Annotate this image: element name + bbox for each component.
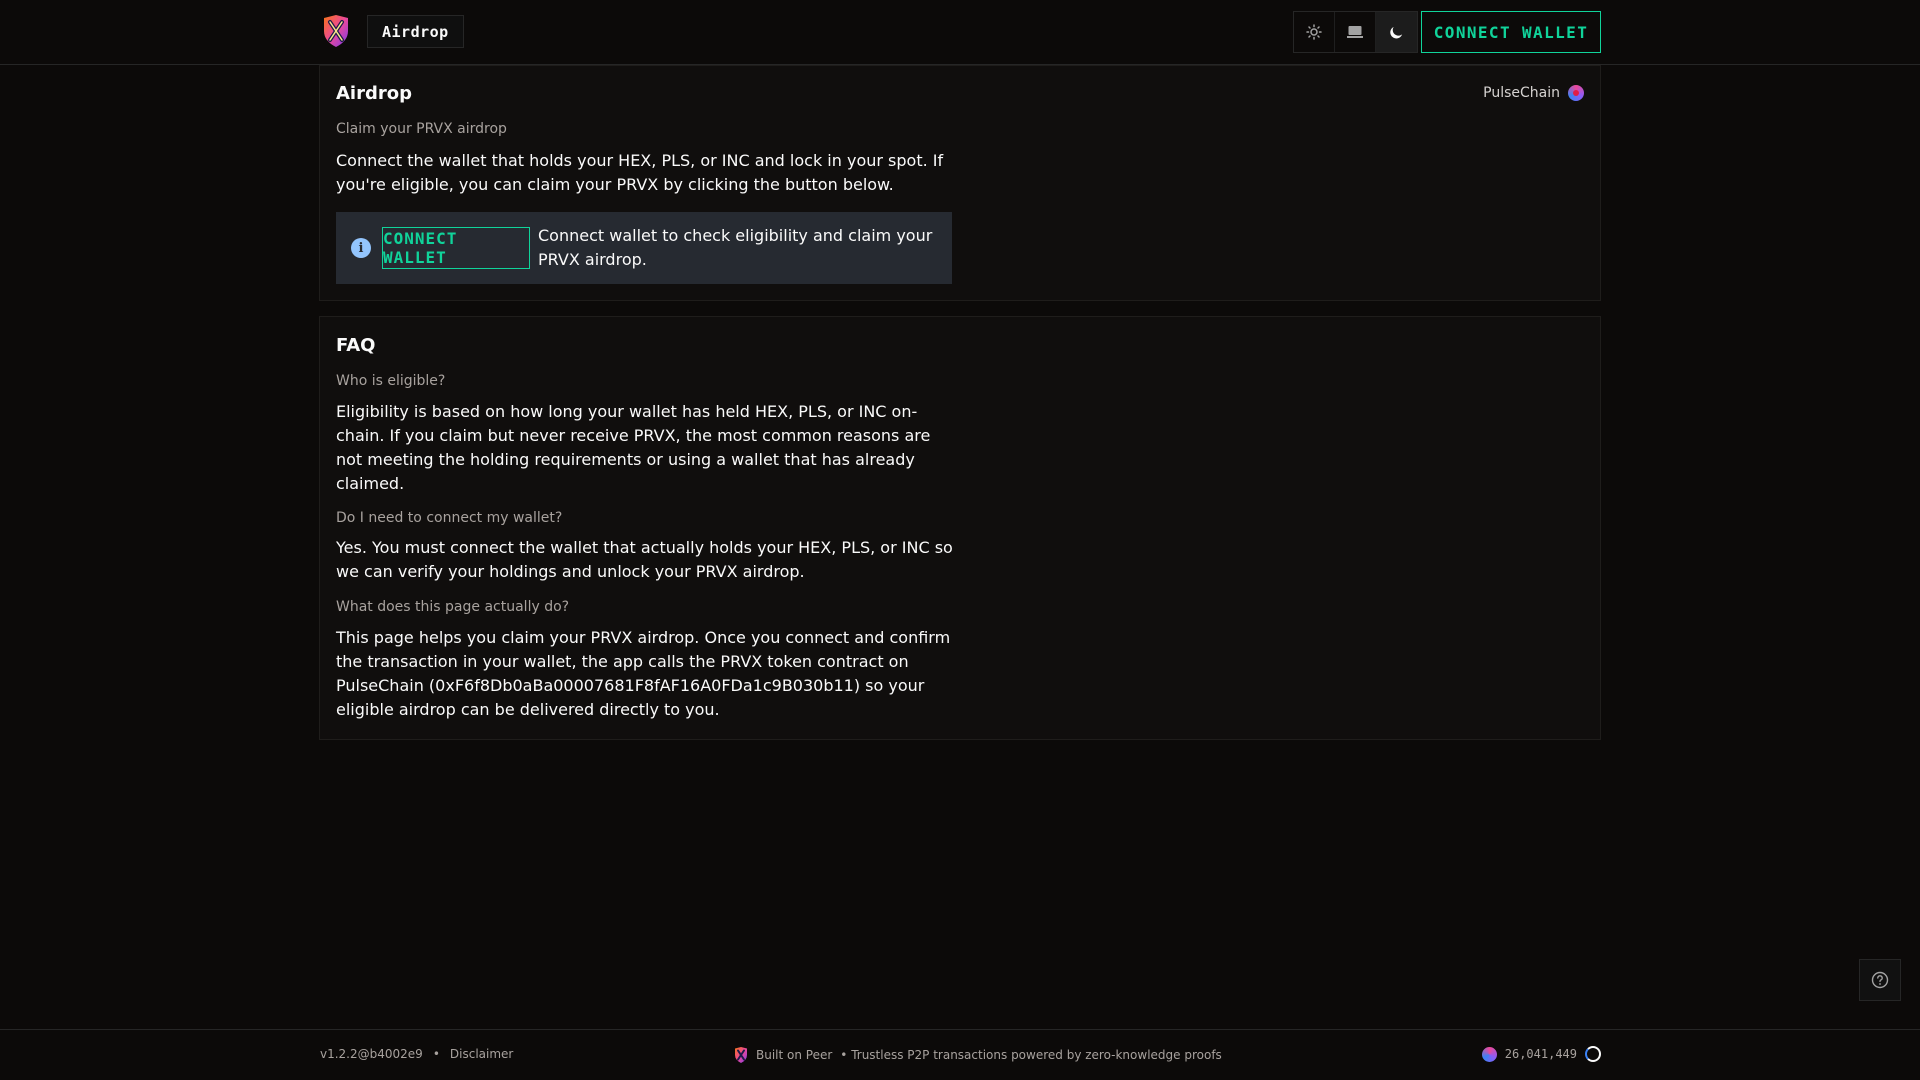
connect-wallet-button[interactable]: CONNECT WALLET (1421, 11, 1601, 53)
footer-tagline: • Trustless P2P transactions powered by … (840, 1048, 1222, 1062)
airdrop-description: Connect the wallet that holds your HEX, … (336, 151, 944, 194)
connect-alert: i CONNECT WALLET Connect wallet to check… (336, 212, 952, 284)
moon-icon (1390, 26, 1403, 38)
footer: v1.2.2@b4002e9 • Disclaimer Built on Pee… (0, 1029, 1920, 1080)
top-bar: Airdrop CONNECT WALLET (0, 0, 1920, 65)
airdrop-title: Airdrop (336, 83, 412, 104)
help-icon (1871, 971, 1889, 989)
light-theme-button[interactable] (1294, 12, 1335, 52)
airdrop-card: Airdrop PulseChain Claim your PRVX airdr… (319, 65, 1601, 301)
sync-spinner-icon (1585, 1046, 1601, 1062)
faq-question: What does this page actually do? (336, 599, 570, 615)
pulsechain-icon (1481, 1046, 1497, 1062)
disclaimer-link[interactable]: Disclaimer (450, 1047, 513, 1061)
laptop-icon (1347, 26, 1363, 38)
app-logo-icon[interactable] (322, 15, 350, 47)
peer-logo-icon (735, 1047, 747, 1063)
sun-icon (1306, 24, 1322, 40)
faq-answer: Eligibility is based on how long your wa… (336, 402, 931, 493)
block-number: 26,041,449 (1504, 1047, 1577, 1061)
faq-answer: Yes. You must connect the wallet that ac… (336, 538, 953, 581)
faq-question: Who is eligible? (336, 373, 446, 389)
theme-switcher (1293, 11, 1418, 53)
footer-left: v1.2.2@b4002e9 • Disclaimer (320, 1047, 513, 1061)
inline-connect-wallet-button[interactable]: CONNECT WALLET (382, 227, 530, 269)
network-name: PulseChain (1483, 85, 1560, 101)
nav-tab-airdrop[interactable]: Airdrop (367, 15, 464, 48)
footer-center: Built on Peer • Trustless P2P transactio… (734, 1047, 1222, 1063)
footer-separator: • (432, 1047, 440, 1061)
faq-question: Do I need to connect my wallet? (336, 510, 563, 526)
help-button[interactable] (1859, 959, 1901, 1001)
version-label: v1.2.2@b4002e9 (320, 1047, 423, 1061)
airdrop-subtitle: Claim your PRVX airdrop (336, 121, 507, 137)
network-indicator[interactable]: PulseChain (1483, 85, 1584, 101)
faq-answer: This page helps you claim your PRVX aird… (336, 628, 951, 719)
alert-message: Connect wallet to check eligibility and … (538, 226, 933, 269)
faq-card: FAQ Who is eligible? Eligibility is base… (319, 316, 1601, 740)
info-icon: i (351, 238, 371, 258)
dark-theme-button[interactable] (1376, 12, 1417, 52)
built-on-peer-link[interactable]: Built on Peer (756, 1048, 832, 1062)
system-theme-button[interactable] (1335, 12, 1376, 52)
footer-right: 26,041,449 (1481, 1046, 1601, 1062)
faq-title: FAQ (336, 335, 376, 356)
pulsechain-icon (1568, 85, 1584, 101)
